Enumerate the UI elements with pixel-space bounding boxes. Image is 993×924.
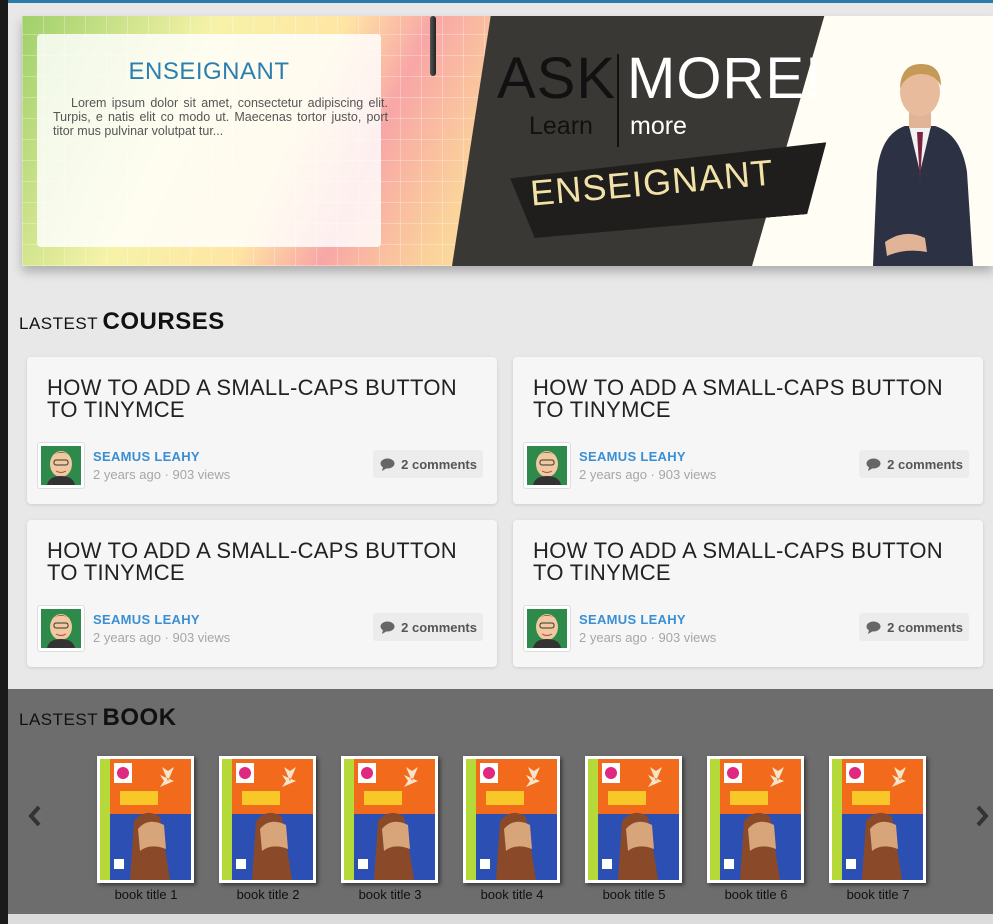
comments-count: 2 comments bbox=[401, 456, 477, 472]
course-title[interactable]: HOW TO ADD A SMALL-CAPS BUTTON TO TINYMC… bbox=[533, 540, 973, 584]
book-cover[interactable] bbox=[829, 756, 926, 883]
books-heading: LASTEST BOOK bbox=[19, 704, 177, 732]
course-title[interactable]: HOW TO ADD A SMALL-CAPS BUTTON TO TINYMC… bbox=[47, 540, 487, 584]
speech-bubble-icon bbox=[866, 458, 881, 471]
author-name-link[interactable]: SEAMUS LEAHY bbox=[93, 612, 200, 627]
businessman-image bbox=[873, 64, 973, 266]
author-avatar[interactable] bbox=[523, 442, 571, 489]
banner-learn-text: Learn bbox=[529, 112, 593, 140]
banner-more-text: MORE! bbox=[627, 46, 823, 111]
course-meta: 2 years ago · 903 views bbox=[579, 630, 717, 645]
author-avatar[interactable] bbox=[523, 605, 571, 652]
book-title-link[interactable]: book title 6 bbox=[701, 887, 811, 902]
course-card[interactable]: HOW TO ADD A SMALL-CAPS BUTTON TO TINYMC… bbox=[27, 357, 497, 504]
comments-button[interactable]: 2 comments bbox=[859, 450, 969, 478]
courses-heading: LASTEST COURSES bbox=[19, 308, 225, 336]
book-title-link[interactable]: book title 4 bbox=[457, 887, 567, 902]
banner-card-title: ENSEIGNANT bbox=[128, 58, 290, 85]
book-cover[interactable] bbox=[707, 756, 804, 883]
course-meta: 2 years ago · 903 views bbox=[93, 630, 231, 645]
courses-heading-title: COURSES bbox=[102, 308, 225, 335]
book-cover-image bbox=[710, 759, 801, 880]
page: ENSEIGNANT Lorem ipsum dolor sit amet, c… bbox=[8, 0, 993, 924]
books-heading-title: BOOK bbox=[102, 704, 177, 731]
author-avatar[interactable] bbox=[37, 442, 85, 489]
chevron-right-icon bbox=[976, 805, 989, 827]
book-title-link[interactable]: book title 5 bbox=[579, 887, 689, 902]
book-cover[interactable] bbox=[97, 756, 194, 883]
book-cover[interactable] bbox=[341, 756, 438, 883]
chevron-left-icon bbox=[28, 805, 41, 827]
carousel-prev-button[interactable] bbox=[24, 800, 46, 832]
book-cover[interactable] bbox=[585, 756, 682, 883]
book-cover-image bbox=[588, 759, 679, 880]
book-cover[interactable] bbox=[219, 756, 316, 883]
author-name-link[interactable]: SEAMUS LEAHY bbox=[93, 449, 200, 464]
book-title-link[interactable]: book title 3 bbox=[335, 887, 445, 902]
comments-button[interactable]: 2 comments bbox=[373, 450, 483, 478]
course-title[interactable]: HOW TO ADD A SMALL-CAPS BUTTON TO TINYMC… bbox=[533, 377, 973, 421]
hero-banner[interactable]: ENSEIGNANT Lorem ipsum dolor sit amet, c… bbox=[22, 16, 993, 266]
course-card[interactable]: HOW TO ADD A SMALL-CAPS BUTTON TO TINYMC… bbox=[513, 357, 983, 504]
bottom-strip bbox=[8, 914, 993, 924]
course-title[interactable]: HOW TO ADD A SMALL-CAPS BUTTON TO TINYMC… bbox=[47, 377, 487, 421]
banner-more-small-text: more bbox=[630, 112, 687, 140]
carousel-next-button[interactable] bbox=[971, 800, 993, 832]
banner-card-description: Lorem ipsum dolor sit amet, consectetur … bbox=[53, 96, 388, 138]
book-cover-image bbox=[466, 759, 557, 880]
comments-count: 2 comments bbox=[401, 619, 477, 635]
book-title-link[interactable]: book title 7 bbox=[823, 887, 933, 902]
course-meta: 2 years ago · 903 views bbox=[579, 467, 717, 482]
book-cover-image bbox=[832, 759, 923, 880]
courses-heading-prefix: LASTEST bbox=[19, 314, 99, 333]
author-avatar[interactable] bbox=[37, 605, 85, 652]
comments-count: 2 comments bbox=[887, 456, 963, 472]
speech-bubble-icon bbox=[380, 621, 395, 634]
book-title-link[interactable]: book title 1 bbox=[91, 887, 201, 902]
course-card[interactable]: HOW TO ADD A SMALL-CAPS BUTTON TO TINYMC… bbox=[513, 520, 983, 667]
book-cover-image bbox=[344, 759, 435, 880]
comments-count: 2 comments bbox=[887, 619, 963, 635]
course-meta: 2 years ago · 903 views bbox=[93, 467, 231, 482]
comments-button[interactable]: 2 comments bbox=[373, 613, 483, 641]
book-title-link[interactable]: book title 2 bbox=[213, 887, 323, 902]
book-cover-image bbox=[100, 759, 191, 880]
banner-divider bbox=[617, 54, 619, 147]
speech-bubble-icon bbox=[866, 621, 881, 634]
books-heading-prefix: LASTEST bbox=[19, 710, 99, 729]
course-card[interactable]: HOW TO ADD A SMALL-CAPS BUTTON TO TINYMC… bbox=[27, 520, 497, 667]
author-name-link[interactable]: SEAMUS LEAHY bbox=[579, 449, 686, 464]
hanging-cord bbox=[430, 16, 436, 76]
banner-ask-text: ASK bbox=[497, 46, 617, 111]
book-cover-image bbox=[222, 759, 313, 880]
top-accent-line bbox=[8, 0, 993, 3]
author-name-link[interactable]: SEAMUS LEAHY bbox=[579, 612, 686, 627]
book-cover[interactable] bbox=[463, 756, 560, 883]
speech-bubble-icon bbox=[380, 458, 395, 471]
comments-button[interactable]: 2 comments bbox=[859, 613, 969, 641]
